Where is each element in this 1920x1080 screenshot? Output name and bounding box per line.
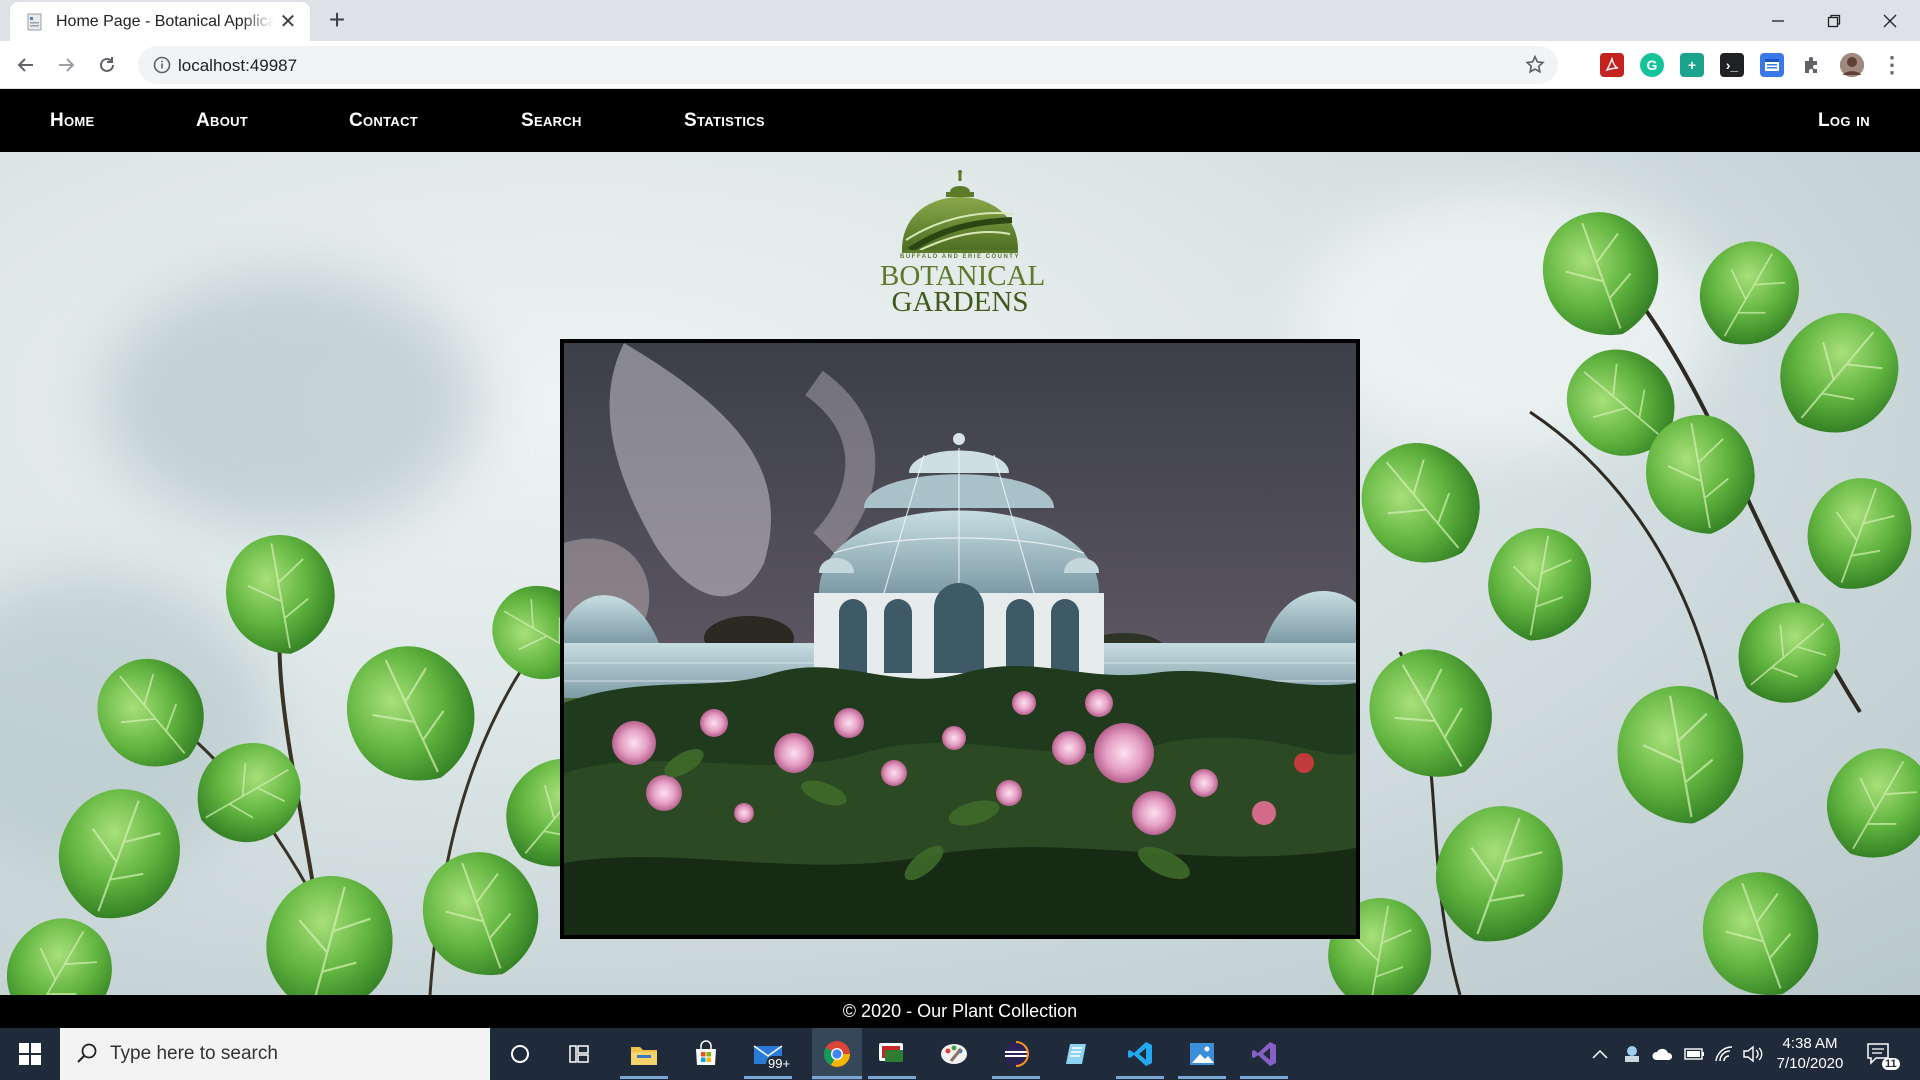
- browser-tab[interactable]: Home Page - Botanical Application ✕: [10, 2, 310, 41]
- back-arrow-icon: [17, 58, 33, 72]
- start-button[interactable]: [0, 1028, 60, 1080]
- windows-logo-icon: [19, 1043, 41, 1065]
- task-view-icon[interactable]: [562, 1036, 598, 1072]
- battery-icon[interactable]: [1684, 1028, 1706, 1080]
- browser-toolbar: localhost:49987 G + ›_ ⋮: [0, 41, 1920, 89]
- page-footer: © 2020 - Our Plant Collection: [0, 995, 1920, 1028]
- info-icon[interactable]: [152, 55, 172, 75]
- pdf-extension-icon[interactable]: [1600, 53, 1624, 77]
- cortana-icon[interactable]: [502, 1036, 538, 1072]
- taskbar-clock[interactable]: 4:38 AM 7/10/2020: [1770, 1034, 1850, 1074]
- plus-extension-icon[interactable]: +: [1680, 53, 1704, 77]
- reload-icon: [100, 57, 114, 72]
- clock-time: 4:38 AM: [1782, 1035, 1838, 1052]
- chrome-icon[interactable]: [812, 1028, 862, 1080]
- url-text[interactable]: localhost:49987: [178, 56, 297, 76]
- bookmark-star-icon[interactable]: [1524, 54, 1546, 76]
- address-bar[interactable]: localhost:49987: [138, 46, 1558, 84]
- calendar-extension-icon[interactable]: [1760, 53, 1784, 77]
- vscode-icon[interactable]: [1122, 1036, 1158, 1072]
- browser-tabstrip: Home Page - Botanical Application ✕ +: [0, 0, 1920, 41]
- restore-button[interactable]: [1806, 0, 1862, 41]
- nav-about-link[interactable]: About: [196, 110, 248, 132]
- file-explorer-icon[interactable]: [626, 1036, 662, 1072]
- back-button[interactable]: [10, 49, 42, 81]
- minimize-button[interactable]: [1750, 0, 1806, 41]
- forward-arrow-icon: [59, 58, 75, 72]
- browser-menu-icon[interactable]: ⋮: [1880, 52, 1904, 77]
- botanical-gardens-logo: BUFFALO AND ERIE COUNTY BOTANICAL GARDEN…: [880, 170, 1045, 318]
- photos-icon[interactable]: [1184, 1036, 1220, 1072]
- close-window-button[interactable]: [1862, 0, 1918, 41]
- taskbar-search-placeholder: Type here to search: [110, 1043, 278, 1064]
- onedrive-icon[interactable]: [1652, 1028, 1674, 1080]
- close-tab-icon[interactable]: ✕: [278, 9, 298, 34]
- network-drive-icon[interactable]: [1622, 1028, 1642, 1080]
- nav-login-link[interactable]: Log in: [1818, 110, 1870, 132]
- action-center-icon[interactable]: 11: [1866, 1028, 1900, 1080]
- nav-contact-link[interactable]: Contact: [349, 110, 418, 132]
- notification-count-badge: 11: [1882, 1058, 1900, 1070]
- eclipse-icon[interactable]: [998, 1036, 1034, 1072]
- notepad-icon[interactable]: [1060, 1036, 1096, 1072]
- site-navbar: Home About Contact Search Statistics Log…: [0, 89, 1920, 152]
- nav-statistics-link[interactable]: Statistics: [684, 110, 765, 132]
- visual-studio-icon[interactable]: [1246, 1036, 1282, 1072]
- windows-taskbar: Type here to search 99+ 4:38 AM 7/10/202…: [0, 1028, 1920, 1080]
- remote-desktop-icon[interactable]: [874, 1036, 910, 1072]
- grammarly-extension-icon[interactable]: G: [1640, 53, 1664, 77]
- mail-badge: 99+: [766, 1056, 793, 1071]
- search-icon: [77, 1043, 97, 1063]
- taskbar-search-box[interactable]: Type here to search: [60, 1028, 490, 1080]
- volume-icon[interactable]: [1742, 1028, 1764, 1080]
- footer-copyright: © 2020 - Our Plant Collection: [842, 1001, 1078, 1021]
- logo-line2: GARDENS: [891, 286, 1029, 318]
- mail-icon[interactable]: 99+: [750, 1036, 793, 1072]
- reload-button[interactable]: [91, 49, 123, 81]
- microsoft-store-icon[interactable]: [688, 1036, 724, 1072]
- forward-button[interactable]: [50, 49, 82, 81]
- clock-date: 7/10/2020: [1776, 1055, 1844, 1072]
- nav-search-link[interactable]: Search: [521, 110, 582, 132]
- nav-home-link[interactable]: Home: [50, 110, 95, 132]
- show-hidden-icons-chevron-icon[interactable]: [1592, 1028, 1608, 1080]
- profile-avatar[interactable]: [1840, 53, 1864, 77]
- terminal-extension-icon[interactable]: ›_: [1720, 53, 1744, 77]
- page-icon: [26, 13, 44, 31]
- conservatory-photo: [560, 339, 1360, 939]
- paint-icon[interactable]: [936, 1036, 972, 1072]
- extensions-puzzle-icon[interactable]: [1800, 53, 1824, 77]
- new-tab-button[interactable]: +: [322, 6, 352, 36]
- tab-title: Home Page - Botanical Application: [56, 12, 274, 30]
- wifi-icon[interactable]: [1714, 1028, 1734, 1080]
